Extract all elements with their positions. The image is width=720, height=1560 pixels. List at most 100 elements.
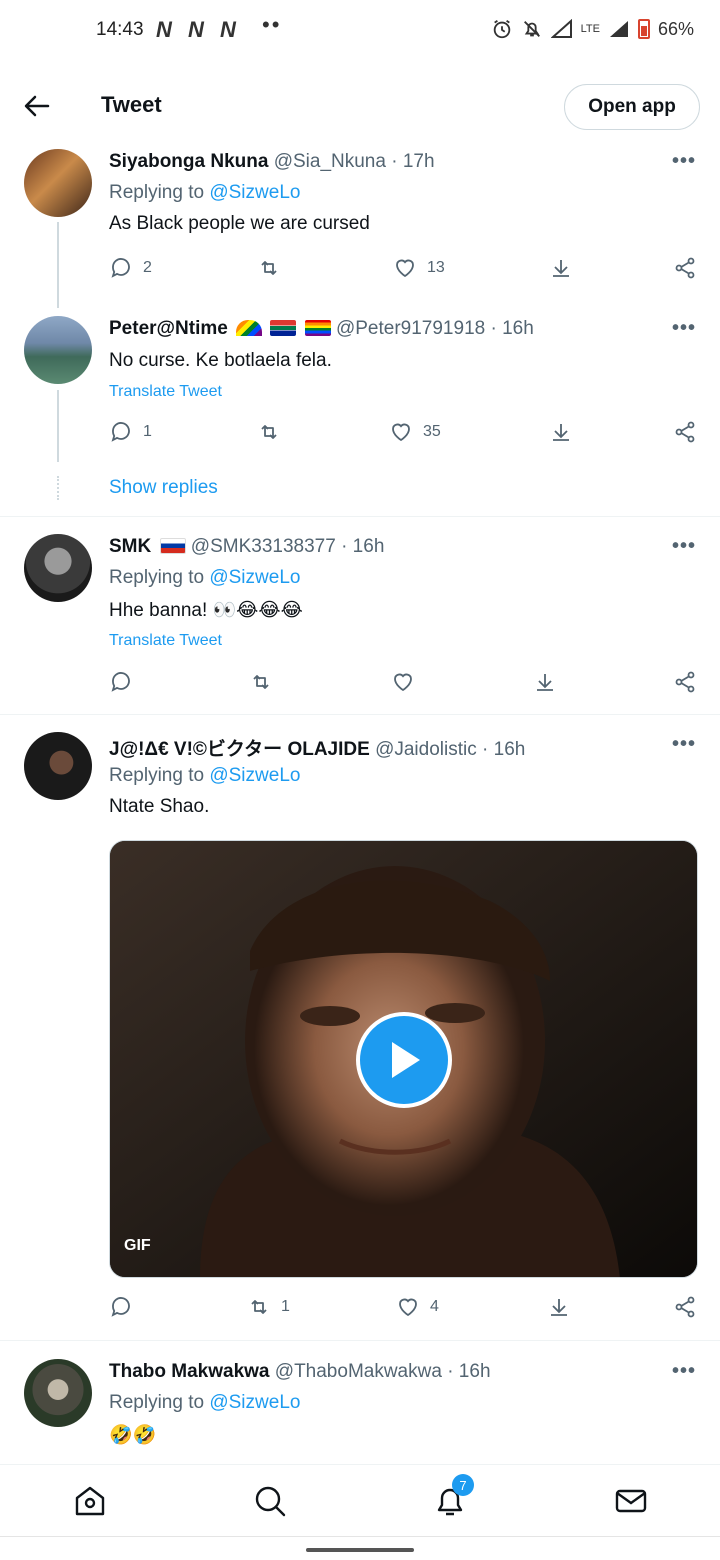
more-notifications-icon: •• [262, 12, 282, 37]
avatar[interactable] [24, 534, 92, 602]
mention-link[interactable]: @SizweLo [209, 182, 300, 203]
russia-flag-icon [159, 538, 186, 554]
share-icon [675, 257, 695, 279]
tweet-actions: 1 4 [109, 1295, 699, 1325]
more-options-icon[interactable]: ••• [672, 150, 696, 173]
play-icon [392, 1042, 420, 1078]
reply-count: 1 [143, 423, 152, 440]
retweet-icon [251, 1300, 267, 1314]
tweet-text: No curse. Ke botlaela fela. [109, 350, 332, 371]
tweet-time: · 16h [482, 739, 526, 760]
status-time: 14:43 [96, 19, 144, 40]
more-options-icon[interactable]: ••• [672, 733, 696, 756]
retweet-count: 1 [281, 1298, 290, 1315]
share-button[interactable] [673, 256, 697, 280]
thread-dotted-line [57, 476, 59, 500]
alarm-icon [493, 19, 510, 39]
page-title: Tweet [101, 92, 162, 117]
download-icon [553, 260, 569, 277]
retweet-button[interactable] [257, 256, 291, 280]
retweet-button[interactable] [257, 420, 291, 444]
avatar[interactable] [24, 732, 92, 800]
like-button[interactable] [391, 670, 425, 694]
back-arrow-icon[interactable] [22, 92, 52, 120]
translate-link[interactable]: Translate Tweet [109, 383, 222, 401]
reply-button[interactable]: 2 [109, 256, 152, 280]
divider [0, 516, 720, 517]
share-button[interactable] [673, 670, 697, 694]
share-icon [675, 1296, 695, 1318]
share-button[interactable] [673, 1295, 697, 1319]
author-name[interactable]: Peter@Ntime [109, 318, 228, 339]
author-name[interactable]: Siyabonga Nkuna [109, 151, 268, 172]
open-app-button[interactable]: Open app [564, 84, 700, 130]
retweet-button[interactable]: 1 [247, 1295, 290, 1319]
author-name[interactable]: J@!Δ€ V!©ビクター OLAJIDE [109, 739, 370, 760]
replying-label: Replying to [109, 182, 205, 203]
gesture-area [0, 1536, 720, 1560]
notifications-badge: 7 [452, 1474, 474, 1496]
search-button[interactable] [252, 1483, 288, 1519]
download-button[interactable] [533, 670, 557, 694]
reply-icon [111, 258, 130, 278]
reply-button[interactable]: 1 [109, 420, 152, 444]
reply-icon [111, 1297, 130, 1317]
gif-badge: GIF [124, 1237, 151, 1254]
network-icon: N [220, 17, 236, 42]
reply-button[interactable] [109, 1295, 143, 1319]
download-button[interactable] [549, 256, 573, 280]
pride-flag-icon [304, 320, 331, 336]
reply-icon [111, 672, 130, 692]
signal-icon [609, 21, 628, 37]
messages-button[interactable] [613, 1483, 649, 1519]
signal-icon [550, 19, 572, 38]
author-name[interactable]: SMK [109, 536, 151, 557]
download-button[interactable] [549, 420, 573, 444]
retweet-icon [261, 425, 277, 439]
avatar[interactable] [24, 316, 92, 384]
author-handle[interactable]: @Sia_Nkuna [274, 151, 386, 172]
like-button[interactable]: 13 [393, 256, 445, 280]
more-options-icon[interactable]: ••• [672, 317, 696, 340]
tweet-time: · 16h [447, 1361, 491, 1382]
replying-label: Replying to [109, 765, 205, 786]
author-handle[interactable]: @ThaboMakwakwa [275, 1361, 442, 1382]
author-handle[interactable]: @Jaidolistic [375, 739, 477, 760]
play-button[interactable] [356, 1012, 452, 1108]
author-handle[interactable]: @SMK33138377 [191, 536, 336, 557]
reply-button[interactable] [109, 670, 143, 694]
more-options-icon[interactable]: ••• [672, 1360, 696, 1383]
thread-line [57, 222, 59, 308]
like-button[interactable]: 35 [389, 420, 441, 444]
tweet-actions: 1 35 [109, 420, 699, 450]
download-button[interactable] [547, 1295, 571, 1319]
share-button[interactable] [673, 420, 697, 444]
more-options-icon[interactable]: ••• [672, 535, 696, 558]
tweet-time: · 16h [341, 536, 385, 557]
retweet-button[interactable] [249, 670, 283, 694]
tweet-text: Ntate Shao. [109, 796, 210, 817]
like-button[interactable]: 4 [396, 1295, 439, 1319]
avatar[interactable] [24, 1359, 92, 1427]
divider [0, 1340, 720, 1341]
thread-line [57, 390, 59, 462]
rainbow-emoji-icon [236, 320, 263, 336]
mention-link[interactable]: @SizweLo [209, 1392, 300, 1413]
author-name[interactable]: Thabo Makwakwa [109, 1361, 270, 1382]
heart-icon [392, 423, 410, 442]
battery-level: 66% [657, 18, 694, 39]
gif-media[interactable]: GIF [109, 840, 698, 1278]
gesture-handle[interactable] [306, 1548, 414, 1552]
translate-link[interactable]: Translate Tweet [109, 632, 222, 650]
like-count: 35 [423, 423, 441, 440]
show-replies-link[interactable]: Show replies [109, 477, 218, 499]
reply-icon [111, 422, 130, 442]
mention-link[interactable]: @SizweLo [209, 765, 300, 786]
download-icon [553, 424, 569, 441]
mention-link[interactable]: @SizweLo [209, 567, 300, 588]
avatar[interactable] [24, 149, 92, 217]
tweet-text: 🤣🤣 [109, 1425, 157, 1446]
home-button[interactable] [72, 1483, 108, 1519]
network-icon: N [156, 17, 172, 42]
author-handle[interactable]: @Peter91791918 [336, 318, 485, 339]
